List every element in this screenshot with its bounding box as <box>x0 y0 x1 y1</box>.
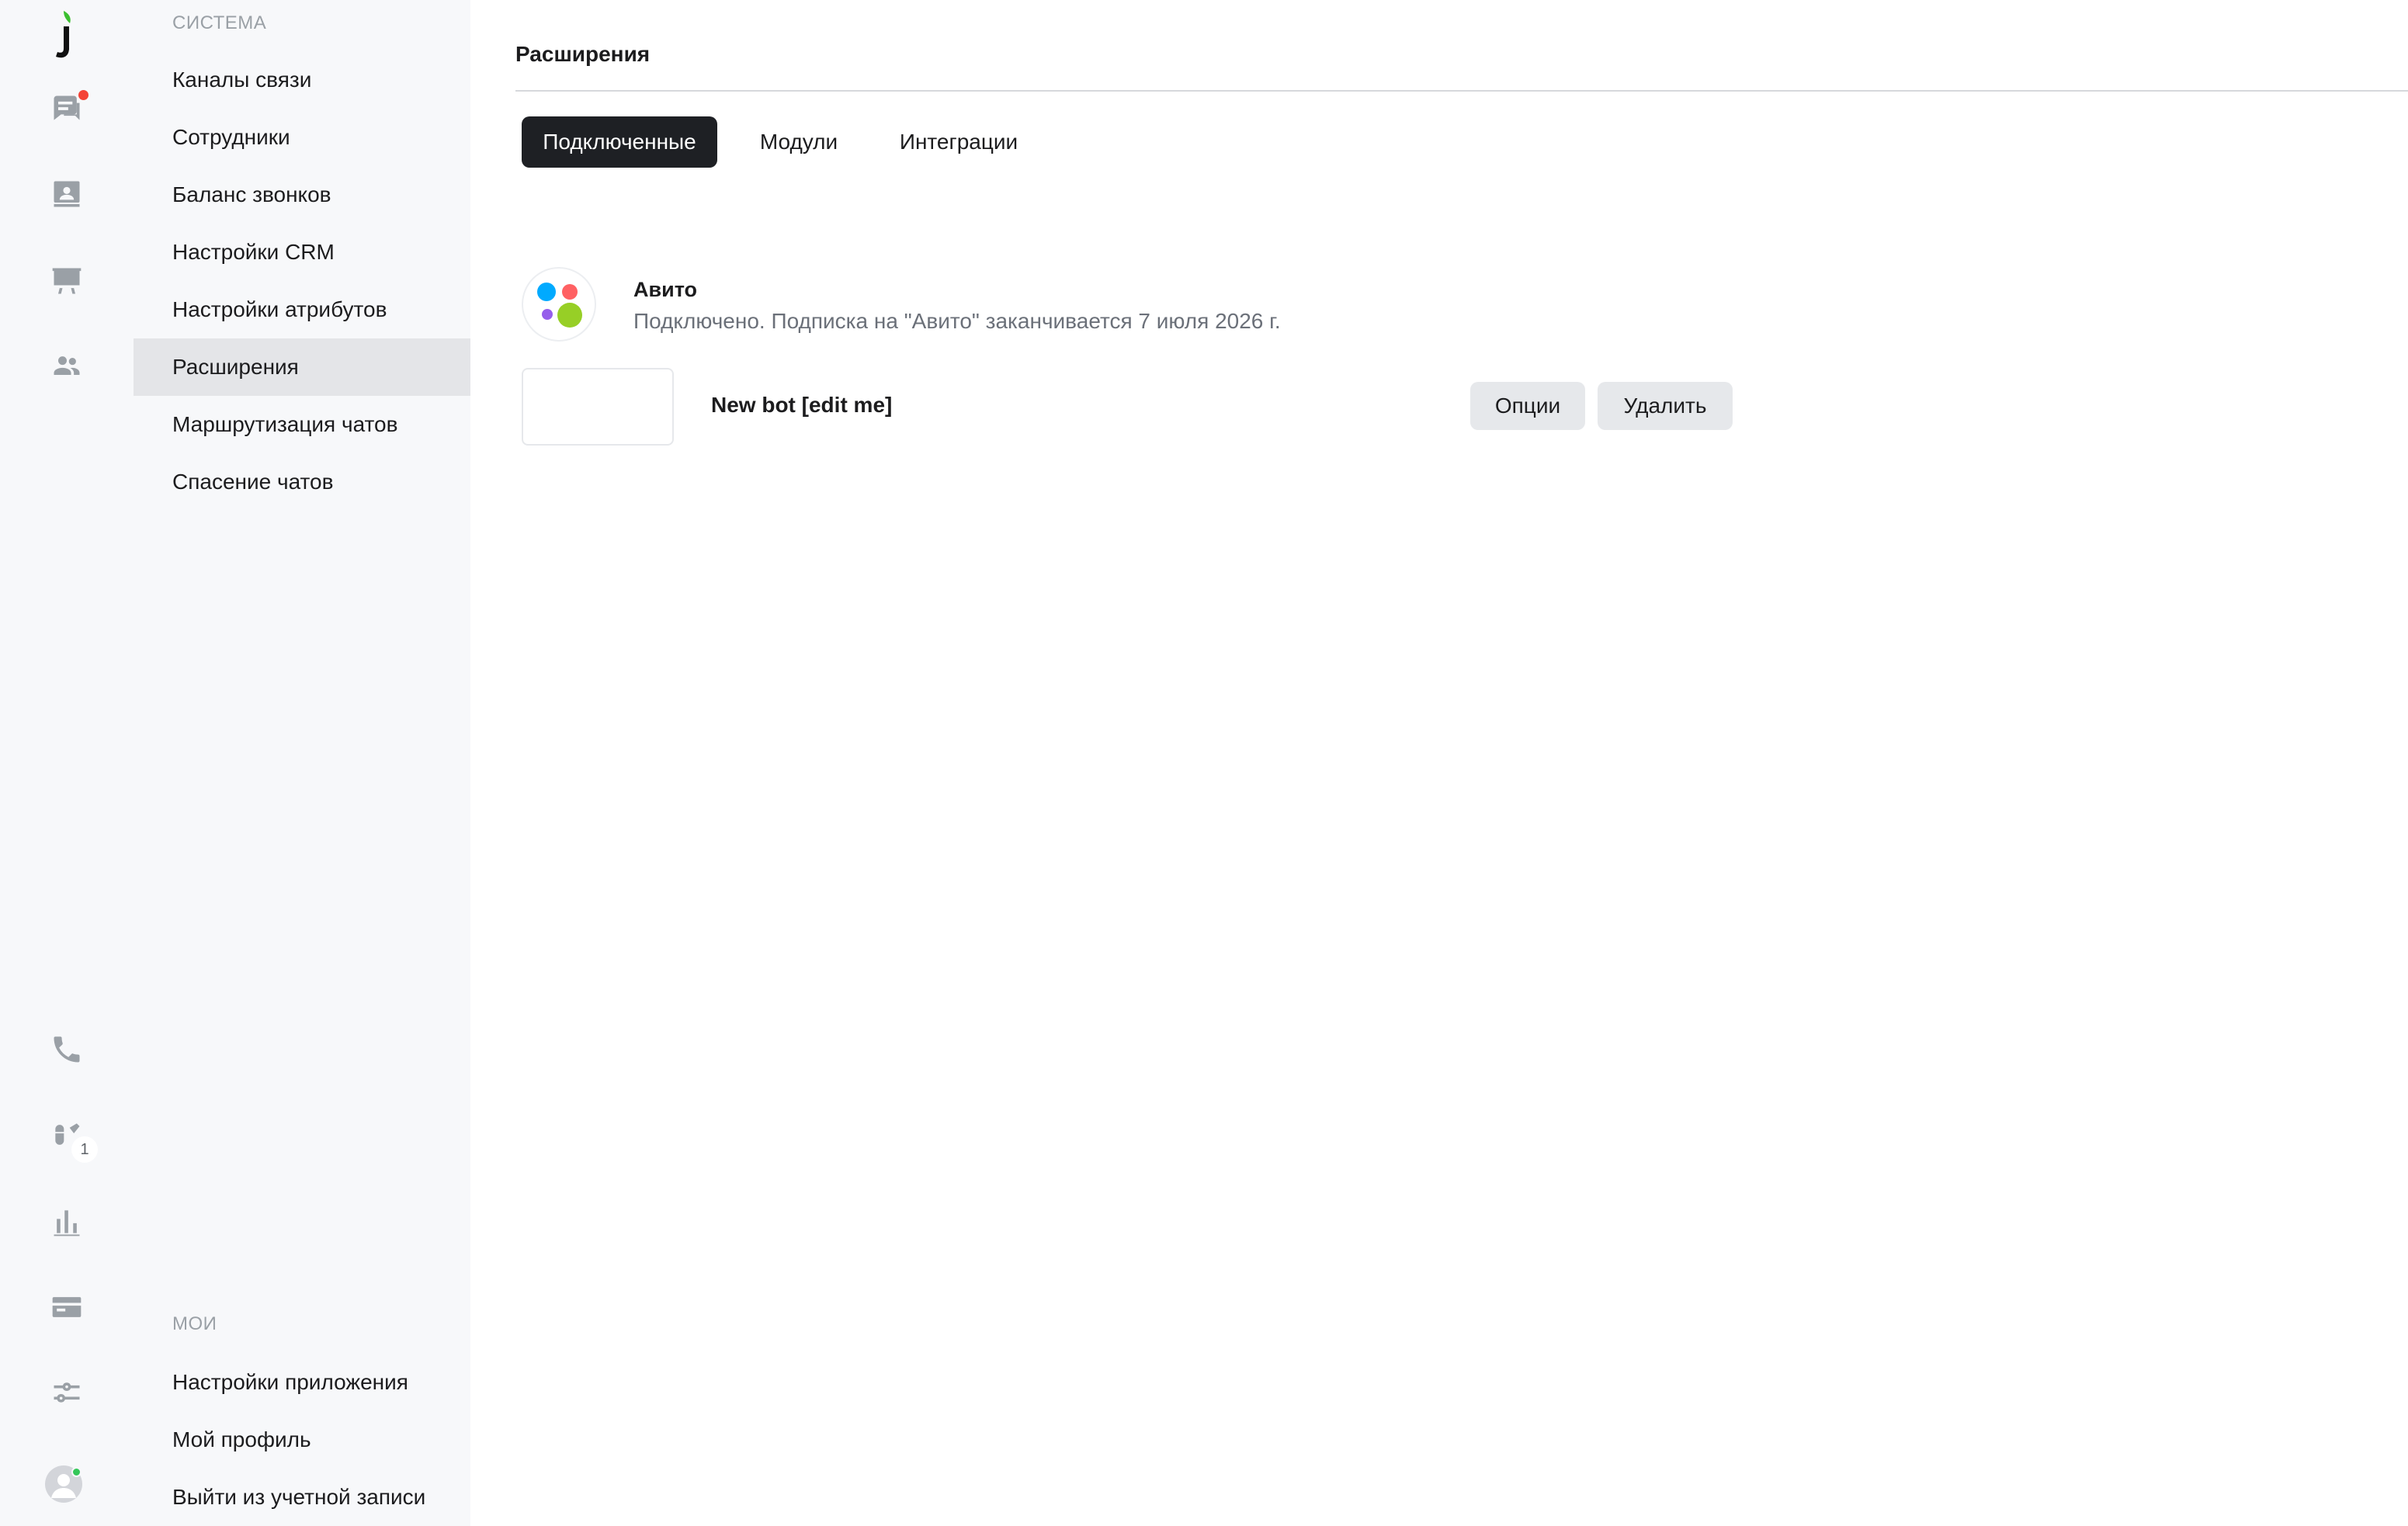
menu-item-employees[interactable]: Сотрудники <box>134 109 470 166</box>
avito-logo-green-dot <box>557 303 582 328</box>
menu-item-my-profile[interactable]: Мой профиль <box>134 1411 470 1469</box>
menu-item-chat-rescue[interactable]: Спасение чатов <box>134 453 470 511</box>
icon-rail: 1 <box>0 0 134 1526</box>
bots-count-badge: 1 <box>71 1136 98 1163</box>
online-status-dot <box>71 1467 82 1477</box>
settings-nav-button[interactable] <box>40 1366 93 1419</box>
menu-item-chat-routing[interactable]: Маршрутизация чатов <box>134 396 470 453</box>
my-section-heading: МОИ <box>172 1313 217 1334</box>
bar-chart-icon <box>54 1210 80 1236</box>
sliders-icon <box>54 1382 80 1403</box>
tab-connected[interactable]: Подключенные <box>522 116 717 168</box>
avito-logo-red-dot <box>562 284 578 300</box>
menu-item-logout[interactable]: Выйти из учетной записи <box>134 1469 470 1526</box>
avito-logo <box>522 267 596 342</box>
contacts-nav-button[interactable] <box>40 168 93 220</box>
tab-integrations[interactable]: Интеграции <box>880 116 1037 168</box>
card-icon <box>52 1297 82 1317</box>
presentation-icon <box>52 268 82 294</box>
phone-icon <box>54 1036 80 1063</box>
settings-menu: СИСТЕМА Каналы связи Сотрудники Баланс з… <box>134 0 470 1526</box>
billing-nav-button[interactable] <box>40 1281 93 1334</box>
extension-status: Подключено. Подписка на "Авито" заканчив… <box>633 309 1281 333</box>
menu-item-call-balance[interactable]: Баланс звонков <box>134 166 470 224</box>
calls-nav-button[interactable] <box>40 1023 93 1076</box>
avito-logo-purple-dot <box>542 309 553 320</box>
options-button[interactable]: Опции <box>1470 382 1585 430</box>
page-title: Расширения <box>515 42 651 66</box>
menu-item-attribute-settings[interactable]: Настройки атрибутов <box>134 281 470 338</box>
contacts-icon <box>54 181 80 207</box>
analytics-nav-button[interactable] <box>40 1195 93 1248</box>
menu-item-extensions[interactable]: Расширения <box>134 338 470 396</box>
app-window: 1 СИСТЕМА Каналы связи Сотрудники Баланс… <box>0 0 2408 1526</box>
app-logo[interactable] <box>47 9 85 61</box>
avito-logo-blue-dot <box>537 283 556 301</box>
team-nav-button[interactable] <box>40 340 93 393</box>
menu-item-channels[interactable]: Каналы связи <box>134 51 470 109</box>
delete-button[interactable]: Удалить <box>1598 382 1733 430</box>
bot-thumbnail <box>522 368 674 446</box>
chats-nav-button[interactable] <box>40 82 93 135</box>
extension-name: Авито <box>633 278 698 301</box>
tab-modules[interactable]: Модули <box>742 116 855 168</box>
system-section-heading: СИСТЕМА <box>172 12 267 33</box>
team-icon <box>54 356 80 375</box>
board-nav-button[interactable] <box>40 255 93 307</box>
menu-item-app-settings[interactable]: Настройки приложения <box>134 1354 470 1411</box>
menu-item-crm-settings[interactable]: Настройки CRM <box>134 224 470 281</box>
bot-name: New bot [edit me] <box>711 393 893 417</box>
notification-dot <box>78 90 88 100</box>
bots-nav-button[interactable]: 1 <box>40 1108 98 1163</box>
title-divider <box>515 90 2408 92</box>
